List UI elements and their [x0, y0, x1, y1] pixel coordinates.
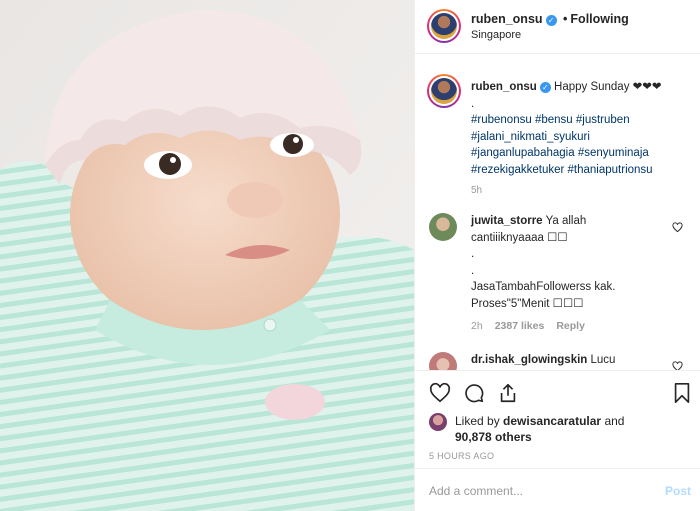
add-comment-bar: Add a comment... Post [415, 468, 700, 511]
comment-time[interactable]: 2h [471, 320, 483, 332]
caption-text: Happy Sunday ❤❤❤ [554, 81, 662, 93]
author-username[interactable]: ruben_onsu [471, 12, 543, 26]
following-button[interactable]: Following [570, 12, 628, 26]
comment-username[interactable]: juwita_storre [471, 215, 543, 227]
comment-meta: 2h 2387 likes Reply [471, 320, 597, 332]
post-comment-button[interactable]: Post [665, 484, 691, 498]
comment-text: . [471, 264, 475, 277]
location-link[interactable]: Singapore [471, 29, 521, 41]
hashtag-link[interactable]: #thaniaputrionsu [568, 164, 653, 176]
likes-summary: Liked by dewisancaratular and 90,878 oth… [455, 413, 685, 445]
caption-username[interactable]: ruben_onsu [471, 81, 537, 93]
comment-likes[interactable]: 2387 likes [495, 320, 545, 332]
post-photo[interactable] [0, 0, 414, 511]
hashtag-link[interactable]: #janganlupabahagia [471, 147, 575, 159]
likes-count[interactable]: 90,878 others [455, 430, 532, 444]
bookmark-icon[interactable] [671, 382, 693, 404]
author-line: ruben_onsu ✓ • Following [471, 12, 629, 26]
hashtag-link[interactable]: #jalani_nikmati_syukuri [471, 131, 590, 143]
comment-username[interactable]: dr.ishak_glowingskin [471, 354, 587, 366]
heart-icon[interactable] [429, 382, 451, 404]
verified-badge-icon: ✓ [539, 82, 551, 93]
comment-text: JasaTambahFollowerss kak. [471, 281, 616, 293]
small-heart-icon[interactable] [672, 222, 683, 233]
comment-text: Proses"5"Menit ☐☐☐ [471, 297, 584, 310]
baby-photo-illustration [0, 0, 414, 511]
comment-icon[interactable] [463, 382, 485, 404]
caption-timestamp[interactable]: 5h [471, 185, 482, 196]
commenter-avatar[interactable] [429, 213, 457, 241]
caption: ruben_onsu ✓ Happy Sunday ❤❤❤ . #rubenons… [471, 79, 691, 178]
post-side-panel: ruben_onsu ✓ • Following Singapore ruben_o… [414, 0, 700, 511]
post-header: ruben_onsu ✓ • Following Singapore [415, 0, 700, 54]
hashtag-link[interactable]: #senyuminaja [578, 147, 649, 159]
comment-text: . [471, 248, 475, 260]
reply-button[interactable]: Reply [556, 320, 585, 332]
hashtag-link[interactable]: #justruben [576, 114, 630, 126]
hashtag-link[interactable]: #rezekigakketuker [471, 164, 564, 176]
hashtag-link[interactable]: #bensu [535, 114, 573, 126]
author-avatar[interactable] [427, 9, 461, 43]
posted-time[interactable]: 5 HOURS AGO [429, 451, 494, 461]
comments-section[interactable]: ruben_onsu ✓ Happy Sunday ❤❤❤ . #rubenons… [415, 55, 700, 370]
commenter-avatar[interactable] [429, 352, 457, 370]
share-icon[interactable] [497, 382, 519, 404]
liker-avatar[interactable] [429, 413, 447, 431]
separator-dot: • [563, 12, 568, 26]
comment-text: Ya allah [545, 215, 587, 227]
comment: juwita_storre Ya allah cantiiiknyaaaa ☐☐… [471, 213, 676, 312]
comment-text: cantiiiknyaaaa ☐☐ [471, 231, 568, 244]
small-heart-icon[interactable] [672, 361, 683, 370]
likes-prefix: Liked by [455, 414, 500, 428]
caption-avatar[interactable] [427, 74, 461, 108]
hashtag-link[interactable]: #rubenonsu [471, 114, 532, 126]
action-bar: Liked by dewisancaratular and 90,878 oth… [415, 370, 700, 468]
verified-badge-icon: ✓ [545, 15, 557, 26]
add-comment-input[interactable]: Add a comment... [429, 484, 523, 498]
comment: dr.ishak_glowingskin Lucu [471, 352, 676, 369]
caption-dot: . [471, 97, 475, 110]
likes-and: and [604, 414, 625, 428]
comment-text: Lucu [590, 354, 616, 366]
liker-username[interactable]: dewisancaratular [503, 414, 601, 428]
